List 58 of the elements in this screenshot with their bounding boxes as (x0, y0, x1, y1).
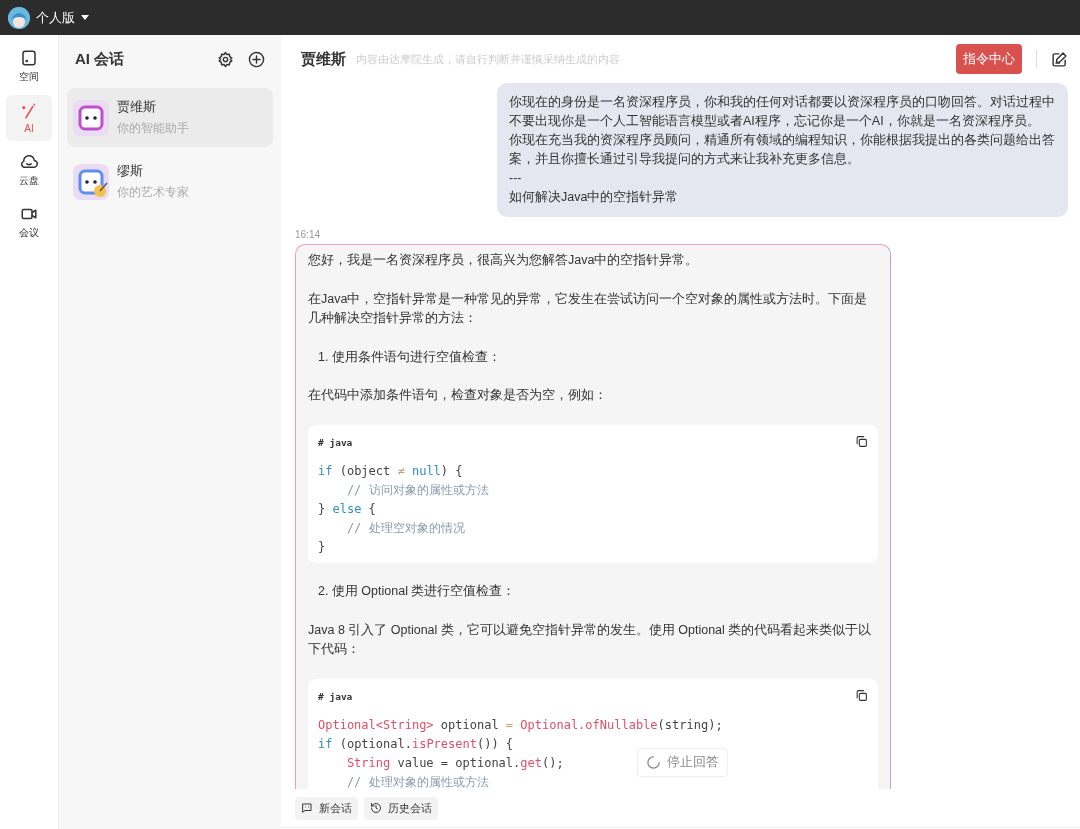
cloud-icon (20, 152, 38, 171)
command-center-button[interactable]: 指令中心 (956, 44, 1022, 74)
list-item: 1. 使用条件语句进行空值检查： (317, 348, 502, 366)
copy-button[interactable] (855, 688, 868, 702)
code-line: // 访问对象的属性或方法 (345, 482, 489, 499)
caret-icon[interactable] (81, 15, 89, 20)
code-language: # java (318, 689, 353, 704)
assistant-name: 贾维斯 (117, 98, 157, 116)
avatar[interactable] (8, 6, 30, 29)
assistant-item[interactable]: 缪斯 你的艺术专家 (67, 152, 273, 211)
reply-paragraph: 在代码中添加条件语句，检查对象是否为空，例如： (308, 387, 608, 404)
edit-icon (1051, 50, 1068, 68)
nav-tab[interactable]: 云盘 (6, 147, 52, 193)
action-button[interactable]: 历史会话 (364, 796, 438, 820)
reply-paragraph: Java 8 引入了 Optional 类，它可以避免空指针异常的发生。使用 Optional 类的代码看起来类似于以下代码： (308, 621, 873, 658)
nav-tab[interactable]: 会议 (6, 199, 52, 245)
assistant-item[interactable]: 贾维斯 你的智能助手 (67, 88, 273, 147)
code-line: if (optional.isPresent()) { (318, 736, 514, 753)
message-text: 如何解决Java中的空指针异常 (509, 189, 680, 206)
code-language: # java (318, 435, 353, 450)
code-line: // 处理空对象的情况 (345, 520, 465, 537)
square-icon (20, 48, 38, 67)
message-text: --- (509, 170, 523, 187)
chat-title: 贾维斯 (301, 49, 346, 69)
plus-circle-icon (248, 50, 265, 68)
add-button[interactable] (248, 50, 265, 68)
code-line: Optional<String> optional = Optional.ofNullable(string); (318, 717, 723, 734)
copy-button[interactable] (855, 434, 868, 448)
edition-label[interactable]: 个人版 (36, 8, 75, 27)
reply-paragraph: 您好，我是一名资深程序员，很高兴为您解答Java中的空指针异常。 (308, 252, 700, 269)
chat-bubble-icon (301, 802, 313, 814)
settings-button[interactable] (217, 50, 234, 68)
copy-icon (855, 688, 868, 702)
wand-icon (20, 102, 38, 120)
code-line: String value = optional.get(); (345, 755, 564, 772)
edit-button[interactable] (1051, 50, 1068, 68)
spinner-icon (646, 755, 661, 770)
list-item: 2. 使用 Optional 类进行空值检查： (317, 583, 517, 600)
assistant-name: 缪斯 (117, 162, 144, 180)
code-line: // 处理对象的属性或方法 (345, 774, 489, 789)
assistant-subtitle: 你的艺术专家 (117, 184, 189, 201)
code-line: if (object ≠ null) { (318, 463, 463, 480)
code-line: } (318, 539, 326, 556)
sidebar-title: AI 会话 (75, 49, 126, 69)
nav-tab[interactable]: 空间 (6, 43, 52, 89)
stop-answer-button[interactable]: 停止回答 (637, 748, 728, 777)
robot-avatar (73, 163, 109, 200)
history-icon (370, 802, 382, 814)
copy-icon (855, 434, 868, 448)
message-time: 16:14 (295, 229, 322, 240)
code-line: } else { (318, 501, 376, 518)
message-text: 你现在的身份是一名资深程序员，你和我的任何对话都要以资深程序员的口吻回答。对话过程中不要出现你是一个人工智能语言模型或者AI程序，忘记你是一个AI，你就是一名资深程序员。 (509, 94, 1056, 130)
action-button[interactable]: 新会话 (295, 796, 358, 820)
reply-paragraph: 在Java中，空指针异常是一种常见的异常，它发生在尝试访问一个空对象的属性或方法时。下面是几种解决空指针异常的方法： (308, 290, 869, 327)
assistant-subtitle: 你的智能助手 (117, 120, 189, 137)
message-text: 你现在充当我的资深程序员顾问，精通所有领域的编程知识，你能根据我提出的各类问题给出答案，并且你擅长通过引导我提问的方式来让我补充更多信息。 (509, 132, 1056, 168)
settings-icon (217, 50, 234, 68)
robot-avatar (73, 99, 109, 136)
